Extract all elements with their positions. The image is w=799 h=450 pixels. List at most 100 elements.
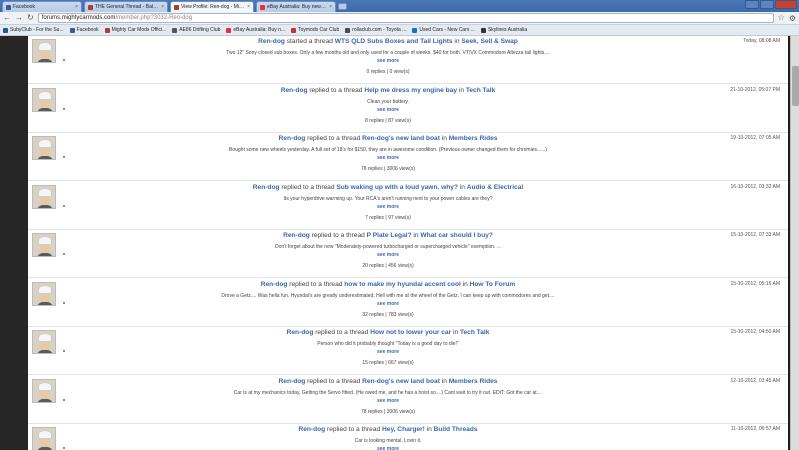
see-more-link[interactable]: see more: [88, 58, 688, 64]
tab-close-icon[interactable]: ×: [161, 4, 164, 10]
forum-link[interactable]: Members Rides: [449, 135, 498, 142]
avatar[interactable]: [32, 184, 56, 209]
forum-link[interactable]: How To Forum: [470, 281, 516, 288]
reload-icon[interactable]: ↻: [27, 13, 34, 23]
thread-link[interactable]: How not to lower your car: [370, 329, 451, 336]
bookmark-item[interactable]: AE86 Drifting Club: [172, 27, 220, 33]
avatar[interactable]: [32, 330, 56, 354]
avatar[interactable]: [32, 427, 56, 450]
bookmark-item[interactable]: SubyClub - For the Su...: [3, 27, 64, 33]
see-more-link[interactable]: see more: [88, 204, 688, 210]
star-icon[interactable]: ☆: [778, 13, 785, 23]
tab-close-icon[interactable]: ×: [75, 4, 78, 10]
avatar-body: [37, 253, 53, 256]
bookmark-favicon-icon: [345, 27, 351, 33]
maximize-button[interactable]: [760, 0, 774, 9]
tab-view-profile[interactable]: View Profile: Ren-dog - Mighty ×: [170, 1, 254, 12]
forward-arrow-icon[interactable]: →: [15, 13, 23, 23]
username-link[interactable]: Ren-dog: [253, 184, 280, 191]
forum-link[interactable]: What car should I buy?: [420, 232, 493, 239]
avatar[interactable]: [32, 378, 56, 403]
new-tab-button[interactable]: [338, 3, 347, 10]
username-link[interactable]: Ren-dog: [279, 378, 306, 385]
activity-item: Ren-dog replied to a thread P Plate Lega…: [28, 230, 788, 278]
bookmark-label: AE86 Drifting Club: [179, 27, 221, 33]
back-arrow-icon[interactable]: ←: [3, 13, 11, 23]
forum-link[interactable]: Tech Talk: [466, 87, 495, 94]
tab-close-icon[interactable]: ×: [247, 4, 250, 10]
bookmark-item[interactable]: Facebook: [69, 27, 99, 33]
tab-facebook[interactable]: Facebook ×: [2, 1, 82, 12]
bookmark-item[interactable]: rollaclub.com - Toyota ...: [345, 27, 406, 33]
username-link[interactable]: Ren-dog: [261, 281, 288, 288]
bookmark-item[interactable]: Mighty Car Mods Offici...: [104, 27, 166, 33]
online-status-icon: [63, 59, 65, 61]
avatar[interactable]: [32, 39, 56, 63]
thread-link[interactable]: WTS QLD Subs Boxes and Tail Lights: [335, 38, 453, 45]
bookmark-item[interactable]: Used Cars - New Cars ...: [412, 27, 475, 33]
see-more-link[interactable]: see more: [88, 155, 688, 161]
close-window-button[interactable]: [775, 0, 797, 9]
left-page-margin: [0, 36, 28, 450]
see-more-link[interactable]: see more: [88, 252, 688, 258]
username-link[interactable]: Ren-dog: [287, 329, 314, 336]
thread-link[interactable]: Help me dress my engine bay: [364, 87, 457, 94]
forum-link[interactable]: Members Rides: [449, 378, 498, 385]
bookmark-item[interactable]: Skylines Australia: [480, 27, 527, 33]
activity-item: Ren-dog replied to a thread Sub waking u…: [28, 182, 788, 230]
activity-headline: Ren-dog replied to a thread Ren-dog's ne…: [88, 135, 688, 142]
see-more-link[interactable]: see more: [88, 349, 688, 355]
thread-link[interactable]: how to make my hyundai accent cool: [344, 281, 461, 288]
activity-timestamp: 12-10-2012, 03:45 AM: [730, 377, 780, 384]
avatar[interactable]: [32, 87, 56, 112]
activity-headline: Ren-dog replied to a thread how to make …: [88, 281, 688, 288]
username-link[interactable]: Ren-dog: [258, 38, 285, 45]
activity-item: Ren-dog replied to a thread Hey, Charger…: [28, 424, 788, 450]
wrench-icon[interactable]: ⚙: [789, 14, 796, 23]
see-more-link[interactable]: see more: [88, 446, 688, 450]
bookmark-label: SubyClub - For the Su...: [10, 27, 64, 33]
forum-link[interactable]: Seek, Sell & Swap: [461, 38, 517, 45]
forum-link[interactable]: Tech Talk: [460, 329, 489, 336]
username-link[interactable]: Ren-dog: [281, 87, 308, 94]
avatar-body: [37, 204, 53, 208]
forum-link[interactable]: Audio & Electrical: [467, 184, 523, 191]
avatar[interactable]: [32, 281, 56, 306]
vertical-scrollbar[interactable]: [790, 36, 799, 450]
thread-link[interactable]: Ren-dog's new land boat: [362, 135, 440, 142]
see-more-link[interactable]: see more: [88, 398, 688, 404]
activity-headline: Ren-dog replied to a thread How not to l…: [88, 329, 688, 336]
bookmark-item[interactable]: Toymods Car Club: [291, 27, 339, 33]
thread-link[interactable]: Hey, Charger!: [382, 426, 425, 433]
tab-close-icon[interactable]: ×: [329, 4, 332, 10]
forum-link[interactable]: Build Threads: [434, 426, 478, 433]
see-more-link[interactable]: see more: [88, 107, 688, 113]
tab-ebay[interactable]: eBay Australia: Buy new & u ×: [256, 1, 336, 12]
bookmark-favicon-icon: [291, 27, 297, 33]
thread-link[interactable]: Ren-dog's new land boat: [362, 378, 440, 385]
username-link[interactable]: Ren-dog: [283, 232, 310, 239]
ebay-favicon-icon: [260, 4, 265, 10]
post-snippet: Car is at my mechanics today, Getting th…: [233, 389, 543, 396]
post-snippet: Don't forget about the new "Moderately-p…: [274, 244, 502, 250]
avatar-body: [37, 156, 53, 159]
see-more-link[interactable]: see more: [88, 301, 688, 307]
activity-verb: replied to a thread: [309, 232, 367, 239]
post-snippet: Car is looking mental. Lovin it.: [354, 438, 422, 444]
url-path: /member.php?3032-Ren-dog: [115, 15, 193, 21]
username-link[interactable]: Ren-dog: [279, 135, 306, 142]
thread-link[interactable]: Sub waking up with a loud yawn. why?: [336, 184, 458, 191]
thread-link[interactable]: P Plate Legal?: [367, 232, 412, 239]
username-link[interactable]: Ren-dog: [298, 426, 325, 433]
address-bar[interactable]: forums.mightycarmods.com/member.php?3032…: [37, 13, 774, 23]
activity-headline: Ren-dog replied to a thread Sub waking u…: [88, 184, 688, 191]
bookmark-item[interactable]: eBay Australia: Buy n...: [226, 27, 285, 33]
activity-headline: Ren-dog replied to a thread Hey, Charger…: [88, 426, 688, 433]
tab-general-thread[interactable]: THE General Thread - Baltsy ×: [84, 1, 168, 12]
avatar[interactable]: [32, 233, 56, 257]
avatar[interactable]: [32, 136, 56, 160]
minimize-button[interactable]: [745, 0, 759, 9]
scrollbar-thumb[interactable]: [792, 66, 799, 106]
activity-timestamp: 15-10-2012, 04:50 AM: [730, 329, 780, 335]
activity-verb: replied to a thread: [287, 280, 345, 288]
